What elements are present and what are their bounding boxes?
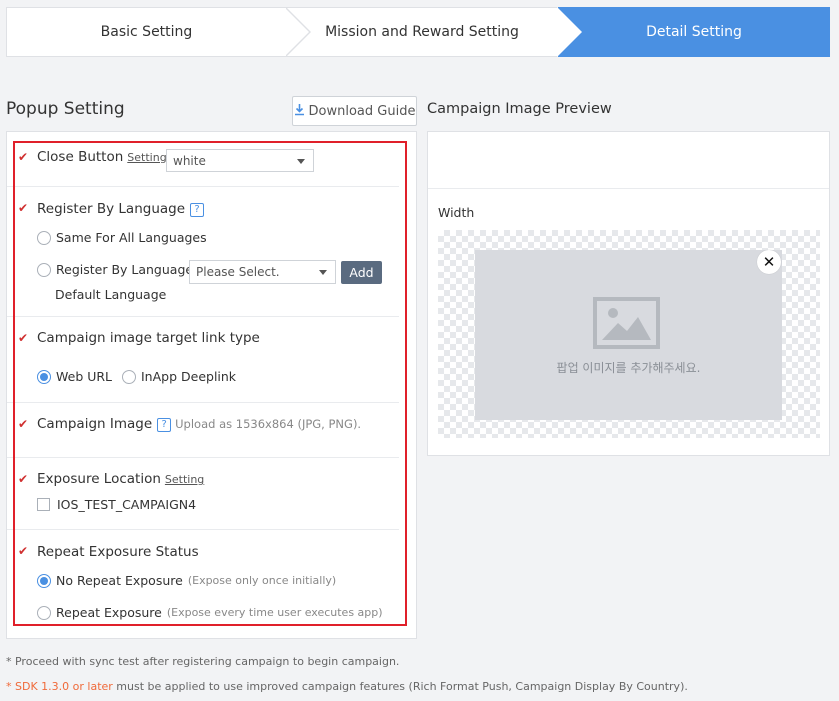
radio-circle-selected [37,369,51,384]
campaign-image-text: Campaign Image [37,416,153,432]
exposure-location-checkbox[interactable]: IOS_TEST_CAMPAIGN4 [37,497,196,512]
preview-divider [428,188,829,189]
required-check-icon: ✔ [18,417,29,431]
checkbox-label: IOS_TEST_CAMPAIGN4 [57,497,197,512]
register-language-label: Register By Language? [37,201,205,217]
exposure-location-label: Exposure Location Setting [37,471,204,487]
step-arrow-icon [557,7,582,57]
radio-label: No Repeat Exposure [56,573,183,588]
language-select-placeholder: Please Select. [196,265,280,279]
campaign-image-label: Campaign Image? Upload as 1536x864 (JPG, … [37,416,361,432]
close-button-color-value: white [173,153,206,168]
exposure-location-row: ✔ Exposure Location Setting [7,458,399,530]
close-button-text: Close Button [37,149,124,165]
required-check-icon: ✔ [18,150,29,164]
help-icon[interactable]: ? [157,418,172,432]
radio-label: Web URL [56,369,113,384]
default-language-label: Default Language [55,287,167,302]
radio-hint: (Expose every time user executes app) [166,606,383,619]
radio-same-for-all-languages[interactable]: Same For All Languages [37,230,207,245]
step-basic-setting[interactable]: Basic Setting [6,7,311,57]
close-button-setting-link[interactable]: Setting [127,151,166,164]
chevron-down-icon [297,158,305,164]
step-arrow-icon [285,7,311,57]
footnote-sdk-version: * SDK 1.3.0 or later must be applied to … [6,680,688,693]
footnote-sync-test: * Proceed with sync test after registeri… [6,655,400,668]
checkbox-box [37,498,50,511]
step-label: Detail Setting [646,24,742,40]
required-check-icon: ✔ [18,201,29,215]
radio-circle [122,369,136,384]
radio-circle [37,230,51,245]
register-language-text: Register By Language [37,201,186,217]
exposure-location-text: Exposure Location [37,471,161,487]
campaign-image-row: ✔ Campaign Image? Upload as 1536x864 (JPG… [7,403,399,458]
image-placeholder-text: 팝업 이미지를 추가해주세요. [556,361,701,375]
radio-repeat-exposure[interactable]: Repeat Exposure (Expose every time user … [37,605,383,620]
required-check-icon: ✔ [18,331,29,345]
footnote-text: must be applied to use improved campaign… [112,680,688,693]
radio-web-url[interactable]: Web URL [37,369,112,384]
required-check-icon: ✔ [18,472,29,486]
radio-label: InApp Deeplink [141,369,237,384]
radio-register-by-language[interactable]: Register By Language [37,262,193,277]
target-link-label: Campaign image target link type [37,330,260,346]
radio-label: Repeat Exposure [56,605,162,620]
close-icon[interactable]: ✕ [757,250,781,274]
radio-no-repeat-exposure[interactable]: No Repeat Exposure (Expose only once ini… [37,573,336,588]
radio-hint: (Expose only once initially) [187,574,337,587]
download-guide-label: Download Guide [308,103,416,119]
close-button-color-select[interactable]: white [166,149,314,172]
preview-title: Campaign Image Preview [427,101,612,117]
download-guide-button[interactable]: Download Guide [292,96,417,126]
chevron-down-icon [319,270,327,275]
radio-inapp-deeplink[interactable]: InApp Deeplink [122,369,236,384]
radio-circle [37,605,51,620]
help-icon[interactable]: ? [190,203,205,217]
campaign-image-hint: Upload as 1536x864 (JPG, PNG). [175,417,362,431]
sdk-version-highlight: * SDK 1.3.0 or later [6,680,113,693]
radio-circle [37,262,51,277]
target-link-row: ✔ Campaign image target link type [7,317,399,403]
radio-circle-selected [37,573,51,588]
required-check-icon: ✔ [18,544,29,558]
radio-label: Same For All Languages [56,230,207,245]
language-select[interactable]: Please Select. [189,260,336,284]
step-label: Basic Setting [100,24,193,40]
add-language-button[interactable]: Add [341,261,382,284]
exposure-location-setting-link[interactable]: Setting [165,473,204,486]
image-icon [593,297,660,349]
popup-setting-title: Popup Setting [6,99,125,119]
progress-stepper: Basic Setting Mission and Reward Setting… [6,7,830,57]
step-label: Mission and Reward Setting [325,24,519,40]
step-mission-reward-setting[interactable]: Mission and Reward Setting [286,7,558,57]
radio-label: Register By Language [56,262,194,277]
download-icon [294,103,305,119]
width-label: Width [438,205,475,220]
repeat-exposure-label: Repeat Exposure Status [37,544,199,560]
step-detail-setting[interactable]: Detail Setting [557,7,830,57]
close-button-label: Close Button Setting [37,149,167,165]
